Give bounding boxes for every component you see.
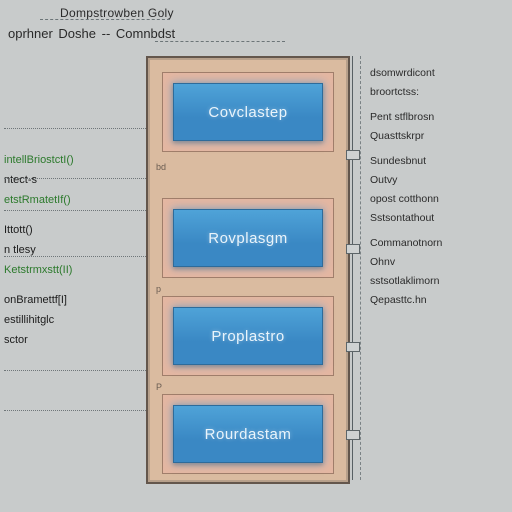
bus-line-dashed bbox=[360, 56, 361, 480]
right-label: dsomwrdicont bbox=[370, 64, 510, 83]
chip-covclastep: Covclastep bbox=[173, 83, 323, 141]
component-frame: Covclastep bd Rovplasgm p Proplastro P R… bbox=[146, 56, 350, 484]
slot: Rovplasgm bbox=[162, 198, 334, 278]
connector-line bbox=[4, 178, 146, 179]
slot: Rourdastam bbox=[162, 394, 334, 474]
diagram-title-primary: Dompstrowben Goly bbox=[60, 6, 174, 20]
right-label: opost cotthonn bbox=[370, 190, 510, 209]
chip-proplastro: Proplastro bbox=[173, 307, 323, 365]
port-tick bbox=[346, 150, 360, 160]
gap-label: bd bbox=[156, 162, 166, 172]
right-label: Sstsontathout bbox=[370, 209, 510, 228]
left-label: ntect-s bbox=[4, 170, 144, 190]
chip-rourdastam: Rourdastam bbox=[173, 405, 323, 463]
rule-line bbox=[155, 41, 285, 42]
connector-line bbox=[4, 410, 146, 411]
connector-line bbox=[4, 256, 146, 257]
bus-line bbox=[352, 56, 353, 480]
port-tick bbox=[346, 244, 360, 254]
port-tick bbox=[346, 342, 360, 352]
diagram-title-secondary: oprhner Doshe -- Comnbdst bbox=[8, 26, 175, 41]
right-label: Sundesbnut bbox=[370, 152, 510, 171]
left-label: estillihitglc bbox=[4, 310, 144, 330]
chip-rovplasgm: Rovplasgm bbox=[173, 209, 323, 267]
gap-label: P bbox=[156, 382, 162, 392]
rule-line bbox=[40, 19, 170, 20]
port-tick bbox=[346, 430, 360, 440]
connector-line bbox=[4, 210, 146, 211]
left-label-column: intellBriostctI() ntect-s etstRmatetIf()… bbox=[4, 150, 144, 350]
left-label: etstRmatetIf() bbox=[4, 190, 144, 210]
left-label: sctor bbox=[4, 330, 144, 350]
right-label: Quasttskrpr bbox=[370, 127, 510, 146]
left-label: intellBriostctI() bbox=[4, 150, 144, 170]
right-label: Ohnv bbox=[370, 253, 510, 272]
connector-line bbox=[4, 370, 146, 371]
left-label: Ittott() bbox=[4, 220, 144, 240]
slot: Proplastro bbox=[162, 296, 334, 376]
right-label: Pent stflbrosn bbox=[370, 108, 510, 127]
right-label: broortctss: bbox=[370, 83, 510, 102]
right-label-column: dsomwrdicont broortctss: Pent stflbrosn … bbox=[370, 64, 510, 310]
right-label: Qepasttc.hn bbox=[370, 291, 510, 310]
left-label: n tlesy bbox=[4, 240, 144, 260]
connector-line bbox=[4, 128, 146, 129]
right-label: sstsotlaklimorn bbox=[370, 272, 510, 291]
gap-label: p bbox=[156, 284, 161, 294]
left-label: onBramettf[I] bbox=[4, 290, 144, 310]
slot: Covclastep bbox=[162, 72, 334, 152]
right-label: Outvy bbox=[370, 171, 510, 190]
left-label: Ketstrmxstt(II) bbox=[4, 260, 144, 280]
right-label: Commanotnorn bbox=[370, 234, 510, 253]
